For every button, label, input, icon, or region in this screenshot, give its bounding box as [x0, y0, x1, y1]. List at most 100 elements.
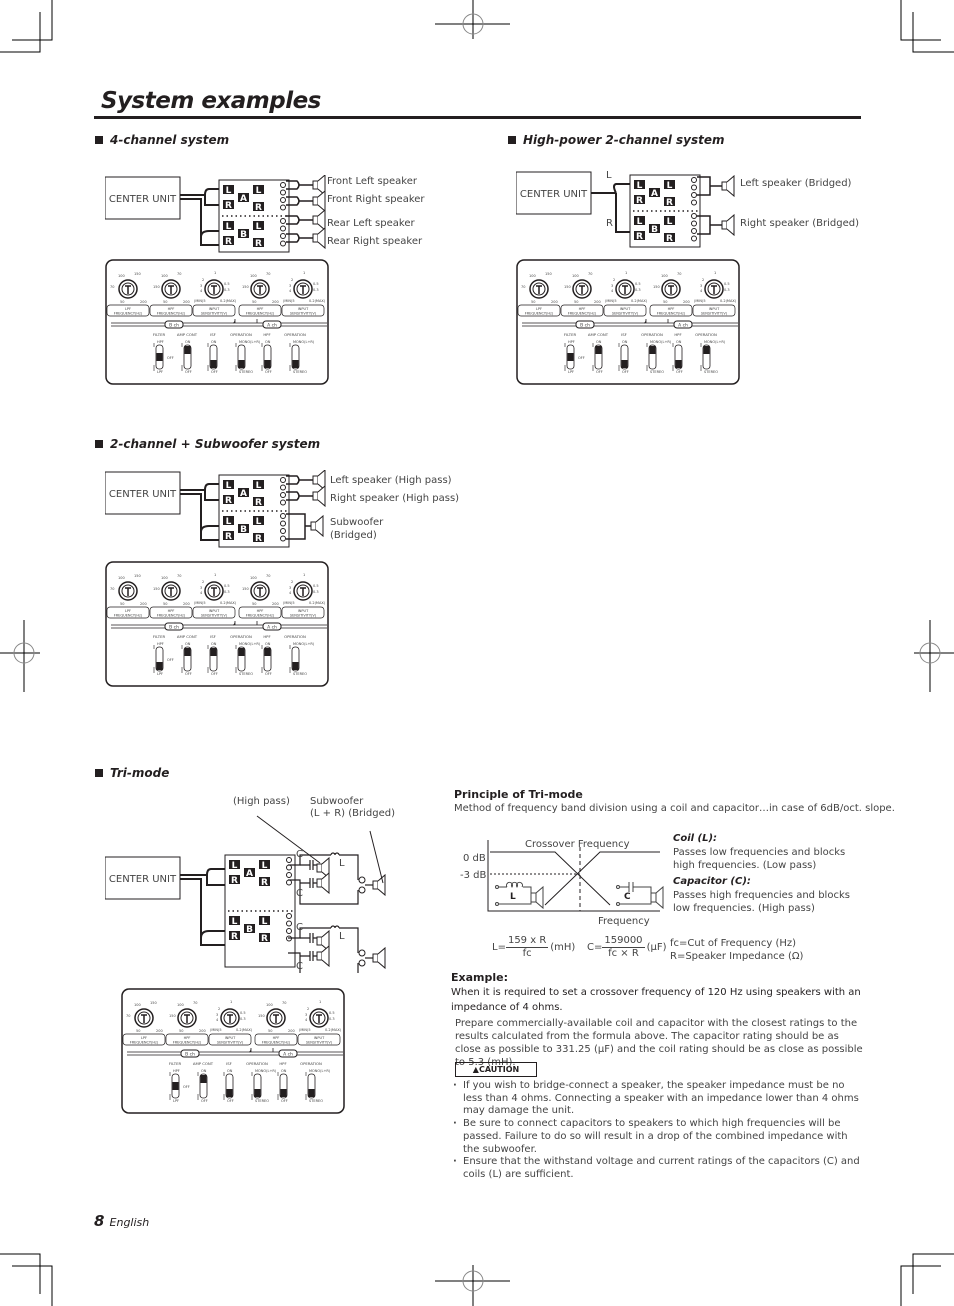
title-rule: [94, 116, 861, 119]
knob-tick-label: 70: [110, 587, 114, 591]
subwoofer-icon: [372, 953, 379, 963]
speaker-terminal: [280, 484, 286, 491]
diagram-high-power: CENTER UNIT L R L R A L R L R B L R Left speaker (…: [515, 170, 859, 252]
knob-caption: FREQUENCY(Hz): [246, 614, 275, 618]
b-ch-label: B ch: [580, 323, 590, 329]
a-ch-label: A ch: [267, 323, 277, 329]
knob-caption: FREQUENCY(Hz): [262, 1041, 291, 1045]
speaker-cone: [317, 208, 326, 232]
knob-tick-label: 50: [663, 300, 667, 304]
plus-terminal-icon: [358, 876, 366, 884]
switch-knob-top: [210, 648, 217, 656]
switch-knob-mid: [156, 353, 163, 361]
speaker-wire: [286, 475, 313, 485]
switch-top-label: ON: [227, 1069, 233, 1073]
knob-caption: HPF: [168, 609, 175, 613]
speaker-wire: [286, 491, 313, 501]
knob-tick-label: 0.3: [329, 1017, 335, 1021]
knob-tick-label: 150: [653, 285, 660, 289]
knob-tick-label: 70: [266, 272, 270, 276]
graph-0db-label: 0 dB: [463, 853, 486, 864]
knob-tick-label: 0.3: [313, 288, 319, 292]
knob-tick-label: 70: [282, 1001, 286, 1005]
knob-tick-label: 0.2(MAX): [631, 299, 648, 303]
cable-group: [180, 188, 219, 246]
switch-mid-label: OFF: [183, 1085, 190, 1089]
switch-top-label: ON: [281, 1069, 287, 1073]
control-panel-tri-mode: LPF FREQUENCY(Hz) 100 150 70 50 200 HPF FREQUENC…: [121, 988, 346, 1119]
knob-tick-label: 0.2(MAX): [309, 601, 326, 605]
knob-tick-label: 0.5: [724, 282, 730, 286]
registration-mark-right: [914, 620, 954, 692]
switch-bottom-label: OFF: [265, 370, 272, 374]
amp-badge-l: L: [637, 217, 643, 227]
knob-caption: INPUT: [620, 307, 631, 311]
speaker-label: Subwoofer: [330, 517, 384, 528]
switch-bottom-label: OFF: [227, 1099, 234, 1103]
speaker-label: Left speaker (High pass): [330, 475, 452, 486]
knob-tick-label: 50: [163, 300, 167, 304]
speaker-terminal: [280, 225, 286, 232]
channel-badge-b: B: [246, 925, 253, 935]
amp-badge-l: L: [667, 217, 673, 227]
knob-tick-label: 100: [529, 274, 536, 278]
switch-title: OPERATION: [230, 332, 252, 337]
knob-tick-label: 50: [120, 300, 124, 304]
page-number: 8: [94, 1212, 105, 1230]
caution-list: If you wish to bridge-connect a speaker,…: [451, 1080, 866, 1182]
amp-badge-l: L: [256, 186, 262, 196]
control-panel-svg: LPFFREQUENCY(Hz)100 1507050 200HPFFREQUENC…: [105, 561, 329, 687]
speaker-label: Front Right speaker: [327, 194, 425, 205]
switch-top-label: ON: [201, 1069, 207, 1073]
speaker-terminal: [280, 233, 286, 239]
formula-legend-r: R=Speaker Impedance (Ω): [670, 951, 804, 962]
switch-bottom-label: STEREO: [650, 370, 664, 374]
switch-top-label: MONO(L+R): [293, 642, 315, 646]
capacitor-label: C: [296, 922, 303, 933]
speaker-wire-group: [697, 176, 722, 235]
diagram-group: CENTER UNITLRLRALRLRB: [515, 171, 735, 248]
switch-bottom-label: OFF: [596, 370, 603, 374]
switch-knob-top: [200, 1075, 207, 1083]
knob-caption: SENSITIVITY(V): [201, 312, 228, 316]
formula-coil: L= 159 x Rfc (mH): [492, 935, 576, 959]
a-ch-label: A ch: [283, 1052, 293, 1058]
switch-top-label: ON: [185, 642, 191, 646]
rca-cable-front: [180, 188, 219, 206]
subwoofer-label: (L + R) (Bridged): [310, 808, 395, 819]
page-footer: 8 English: [94, 1211, 149, 1230]
knob-tick-label: 70: [177, 272, 181, 276]
amp-badge-l: L: [256, 481, 262, 491]
switch-title: ISF: [210, 332, 216, 337]
knob-caption: LPF: [125, 609, 131, 613]
knob-tick-label: 100: [250, 576, 257, 580]
tri-group: CENTER UNITLRLRALRLRBCCLCCL: [104, 815, 386, 978]
coil-label: L: [339, 931, 345, 942]
speaker-wire-group: [286, 475, 313, 540]
switch-bottom-label: OFF: [211, 672, 218, 676]
capacitor-label: C: [296, 888, 303, 899]
knob-tick-label: 100: [572, 274, 579, 278]
switch-mid-label: OFF: [578, 356, 585, 360]
switch-knob-bottom: [621, 360, 628, 368]
switch-title: OPERATION: [641, 332, 663, 337]
knob-tick-label: 100: [161, 576, 168, 580]
knob-tick-label: 50: [531, 300, 535, 304]
graph-3db-label: -3 dB: [460, 870, 486, 881]
coil-label: L: [339, 858, 345, 869]
knob-caption: SENSITIVITY(V): [612, 312, 639, 316]
principle-description: Method of frequency band division using …: [454, 803, 895, 814]
switch-knob-top: [703, 346, 710, 354]
amp-badge-r: R: [255, 203, 262, 213]
control-panel-4-channel: LPF FREQUENCY(Hz) 100 150 70 50 200 HPF FREQUENC…: [105, 259, 330, 390]
knob-tick-label: 0.2(MAX): [220, 601, 237, 605]
channel-badge-a: A: [651, 189, 658, 199]
switch-title: OPERATION: [246, 1061, 268, 1066]
high-pass-label: (High pass): [233, 796, 290, 807]
crop-mark-top-right: [900, 0, 954, 53]
speaker-terminal: [286, 857, 292, 863]
diagram-2ch-sub: CENTER UNIT L R L R A L R L R B Left speaker (High…: [104, 468, 459, 552]
speaker-label: Left speaker (Bridged): [740, 178, 852, 189]
switch-knob-bottom: [156, 662, 163, 670]
knob-caption: HPF: [257, 307, 264, 311]
